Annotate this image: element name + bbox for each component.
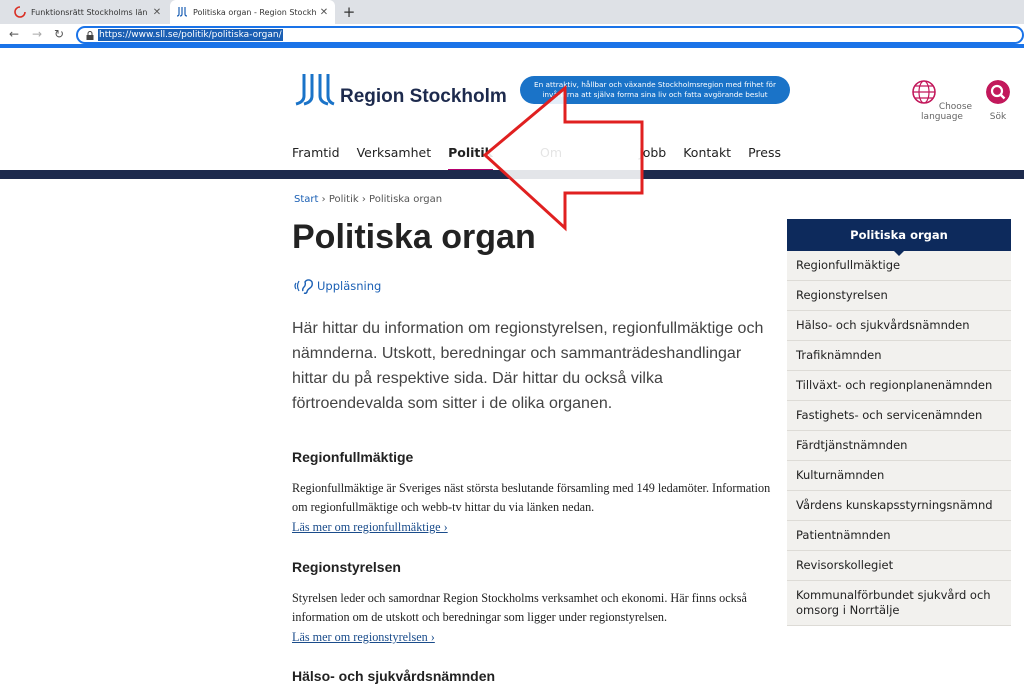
breadcrumb-start[interactable]: Start xyxy=(294,194,318,205)
nav-item-jobb[interactable]: Jobb xyxy=(639,145,666,173)
section-body: Styrelsen leder och samordnar Region Sto… xyxy=(292,591,747,624)
section-heading: Hälso- och sjukvårdsnämnden xyxy=(292,668,496,684)
page-title: Politiska organ xyxy=(292,218,536,256)
read-more-regionstyrelsen-link[interactable]: Läs mer om regionstyrelsen › xyxy=(292,630,435,644)
section-regionfullmaktige: Regionfullmäktige Regionfullmäktige är S… xyxy=(292,449,772,535)
sidebar-item-vardens-kunskapsstyrningsnamnd[interactable]: Vårdens kunskapsstyrningsnämnd xyxy=(787,491,1011,521)
search-label: Sök xyxy=(989,112,1007,122)
sidebar-item-fardtjanstnamnden[interactable]: Färdtjänstnämnden xyxy=(787,431,1011,461)
nav-item-kontakt[interactable]: Kontakt xyxy=(683,145,731,173)
nav-item-framtid[interactable]: Framtid xyxy=(292,145,340,173)
nav-item-press[interactable]: Press xyxy=(748,145,781,173)
choose-language-button[interactable]: Choose language xyxy=(904,80,980,122)
tagline-badge: En attraktiv, hållbar och växande Stockh… xyxy=(520,76,790,104)
reload-icon[interactable]: ↻ xyxy=(50,27,68,41)
breadcrumb: Start › Politik › Politiska organ xyxy=(294,194,442,205)
lock-icon xyxy=(86,31,94,40)
sidebar-item-trafiknamnden[interactable]: Trafiknämnden xyxy=(787,341,1011,371)
section-regionstyrelsen: Regionstyrelsen Styrelsen leder och samo… xyxy=(292,559,772,645)
ear-audio-icon xyxy=(294,279,313,294)
nav-item-politik[interactable]: Politik xyxy=(448,145,493,173)
address-bar[interactable]: https://www.sll.se/politik/politiska-org… xyxy=(76,26,1024,44)
sidebar-menu: Politiska organ Regionfullmäktige Region… xyxy=(787,219,1011,626)
tab-title: Funktionsrätt Stockholms län – Et xyxy=(31,7,150,17)
sidebar-item-patientnamnden[interactable]: Patientnämnden xyxy=(787,521,1011,551)
section-heading: Regionstyrelsen xyxy=(292,559,401,575)
listen-button[interactable]: Uppläsning xyxy=(294,278,381,294)
nav-item-verksamhet[interactable]: Verksamhet xyxy=(357,145,432,173)
breadcrumb-current: Politiska organ xyxy=(369,194,443,205)
site-logo[interactable]: Region Stockholm xyxy=(294,72,507,107)
url-text[interactable]: https://www.sll.se/politik/politiska-org… xyxy=(98,29,283,41)
intro-text: Här hittar du information om regionstyre… xyxy=(292,320,764,412)
browser-tab-1[interactable]: Funktionsrätt Stockholms län – Et ✕ xyxy=(8,0,168,24)
globe-icon xyxy=(912,80,936,104)
region-stockholm-favicon-icon xyxy=(176,7,188,17)
read-more-regionfullmaktige-link[interactable]: Läs mer om regionfullmäktige › xyxy=(292,520,448,534)
forward-icon[interactable]: → xyxy=(28,27,46,41)
section-body: Regionfullmäktige är Sveriges näst störs… xyxy=(292,481,771,514)
main-navigation: Framtid Verksamhet Politik Om Jobb Konta… xyxy=(292,145,798,173)
close-tab-icon[interactable]: ✕ xyxy=(150,7,164,18)
sidebar-item-kulturnamnden[interactable]: Kulturnämnden xyxy=(787,461,1011,491)
sidebar-item-kommunalforbundet[interactable]: Kommunalförbundet sjukvård och omsorg i … xyxy=(787,581,1011,626)
browser-tab-2[interactable]: Politiska organ - Region Stockholm ✕ xyxy=(170,0,335,24)
browser-toolbar: ← → ↻ https://www.sll.se/politik/politis… xyxy=(0,24,1024,48)
website: Region Stockholm En attraktiv, hållbar o… xyxy=(0,52,1024,684)
choose-language-label: Choose language xyxy=(921,102,973,122)
tab-title: Politiska organ - Region Stockholm xyxy=(193,7,317,17)
sidebar-title: Politiska organ xyxy=(787,219,1011,256)
search-icon xyxy=(986,80,1010,104)
listen-label: Uppläsning xyxy=(317,279,382,293)
back-icon[interactable]: ← xyxy=(5,27,23,41)
loading-spinner-icon xyxy=(14,6,26,18)
section-heading: Regionfullmäktige xyxy=(292,449,414,465)
breadcrumb-separator: › xyxy=(361,194,366,205)
sidebar-item-halso-sjukvardsnamnden[interactable]: Hälso- och sjukvårdsnämnden xyxy=(787,311,1011,341)
sidebar-item-revisorskollegiet[interactable]: Revisorskollegiet xyxy=(787,551,1011,581)
browser-tab-bar: Funktionsrätt Stockholms län – Et ✕ Poli… xyxy=(0,0,1024,24)
search-button[interactable]: Sök xyxy=(984,80,1012,122)
breadcrumb-politik[interactable]: Politik xyxy=(329,194,359,205)
close-tab-icon[interactable]: ✕ xyxy=(317,7,331,18)
nav-item-om[interactable]: Om xyxy=(540,145,562,173)
logo-text: Region Stockholm xyxy=(340,86,507,107)
region-stockholm-logo-icon xyxy=(295,74,335,106)
section-halso-sjukvardsnamnden: Hälso- och sjukvårdsnämnden xyxy=(292,668,772,698)
sidebar-item-fastighets-servicenamnden[interactable]: Fastighets- och servicenämnden xyxy=(787,401,1011,431)
header-band xyxy=(0,170,1024,179)
new-tab-button[interactable]: + xyxy=(340,3,358,21)
sidebar-item-regionstyrelsen[interactable]: Regionstyrelsen xyxy=(787,281,1011,311)
sidebar-item-tillvaxt-regionplanenamnden[interactable]: Tillväxt- och regionplanenämnden xyxy=(787,371,1011,401)
breadcrumb-separator: › xyxy=(321,194,326,205)
